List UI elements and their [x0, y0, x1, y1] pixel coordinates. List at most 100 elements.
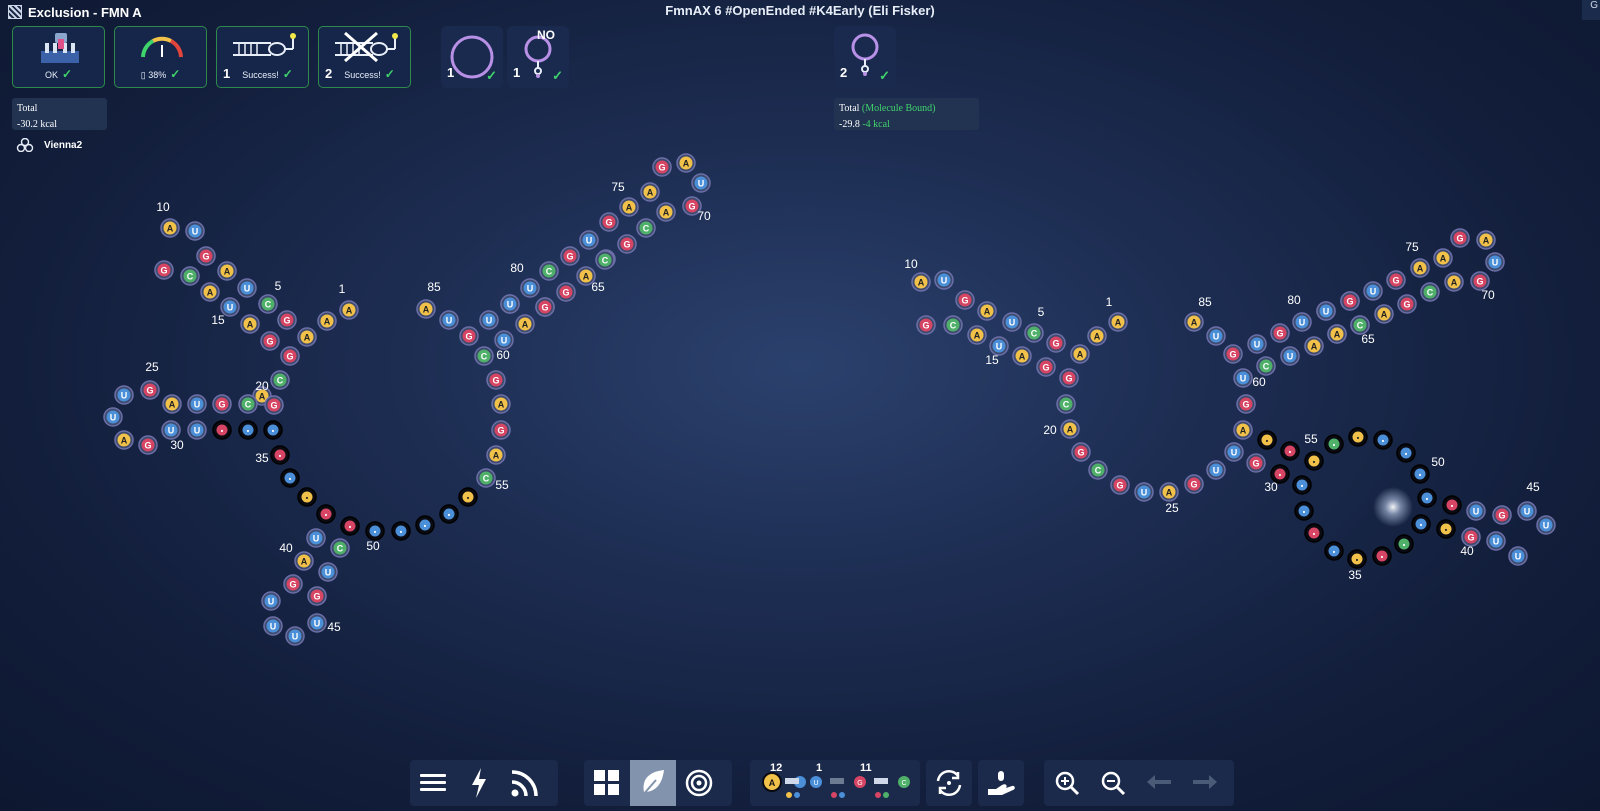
right-base[interactable]: • — [1417, 488, 1437, 508]
left-base[interactable]: A — [294, 551, 314, 571]
left-base[interactable]: • — [458, 487, 478, 507]
right-base[interactable]: A — [1012, 346, 1032, 366]
right-base[interactable]: A — [1184, 312, 1204, 332]
right-base[interactable]: • — [1436, 519, 1456, 539]
right-base[interactable]: • — [1442, 495, 1462, 515]
left-base[interactable]: U — [579, 230, 599, 250]
right-base[interactable]: G — [916, 315, 936, 335]
right-base[interactable]: • — [1257, 430, 1277, 450]
left-base[interactable]: A — [640, 182, 660, 202]
right-base[interactable]: G — [1046, 333, 1066, 353]
right-base[interactable]: • — [1394, 534, 1414, 554]
left-base[interactable]: A — [416, 299, 436, 319]
right-base[interactable]: G — [1223, 344, 1243, 364]
left-base[interactable]: U — [691, 173, 711, 193]
left-base[interactable]: • — [263, 420, 283, 440]
left-base[interactable]: G — [260, 331, 280, 351]
left-base[interactable]: U — [318, 562, 338, 582]
right-base[interactable]: G — [955, 290, 975, 310]
undo-button[interactable] — [1136, 760, 1182, 806]
left-base[interactable]: C — [180, 266, 200, 286]
right-base[interactable]: • — [1372, 546, 1392, 566]
right-base[interactable]: U — [1224, 442, 1244, 462]
left-base[interactable]: C — [270, 370, 290, 390]
right-base[interactable]: U — [1508, 546, 1528, 566]
left-base[interactable]: U — [187, 420, 207, 440]
left-base[interactable]: G — [212, 394, 232, 414]
right-base[interactable]: A — [1159, 482, 1179, 502]
right-base[interactable]: C — [1056, 394, 1076, 414]
left-base[interactable]: U — [307, 613, 327, 633]
right-base[interactable]: G — [1036, 357, 1056, 377]
right-base[interactable]: • — [1396, 443, 1416, 463]
left-base[interactable]: U — [479, 310, 499, 330]
right-base[interactable]: U — [1485, 252, 1505, 272]
left-base[interactable]: G — [617, 234, 637, 254]
right-base[interactable]: G — [1246, 453, 1266, 473]
left-base[interactable]: U — [103, 407, 123, 427]
left-base[interactable]: G — [140, 380, 160, 400]
left-base[interactable]: C — [474, 346, 494, 366]
right-base[interactable]: G — [1110, 475, 1130, 495]
right-base[interactable]: G — [1492, 505, 1512, 525]
left-base[interactable]: A — [217, 261, 237, 281]
left-base[interactable]: G — [652, 157, 672, 177]
right-base[interactable]: U — [1486, 531, 1506, 551]
right-base[interactable]: A — [1410, 258, 1430, 278]
left-base[interactable]: C — [238, 394, 258, 414]
right-base[interactable]: A — [1233, 420, 1253, 440]
left-base[interactable]: • — [391, 521, 411, 541]
right-base[interactable]: • — [1304, 523, 1324, 543]
right-base[interactable]: • — [1324, 541, 1344, 561]
right-base[interactable]: • — [1348, 427, 1368, 447]
left-base[interactable]: G — [599, 212, 619, 232]
left-base[interactable]: A — [200, 282, 220, 302]
left-base[interactable]: • — [297, 487, 317, 507]
left-base[interactable]: C — [636, 218, 656, 238]
hint-button[interactable] — [978, 760, 1024, 806]
right-base[interactable]: U — [1134, 482, 1154, 502]
menu-button[interactable] — [410, 760, 456, 806]
left-base[interactable]: G — [154, 260, 174, 280]
left-base[interactable]: A — [240, 314, 260, 334]
right-base[interactable]: C — [943, 315, 963, 335]
right-base[interactable]: A — [1444, 272, 1464, 292]
left-base[interactable]: • — [415, 515, 435, 535]
right-base[interactable]: A — [1060, 419, 1080, 439]
left-base[interactable]: G — [307, 586, 327, 606]
right-base[interactable]: A — [1476, 230, 1496, 250]
redo-button[interactable] — [1182, 760, 1228, 806]
right-base[interactable]: A — [911, 272, 931, 292]
left-base[interactable]: A — [297, 327, 317, 347]
left-base[interactable]: A — [676, 153, 696, 173]
left-base[interactable]: • — [270, 445, 290, 465]
right-base[interactable]: U — [1316, 301, 1336, 321]
right-base[interactable]: • — [1304, 451, 1324, 471]
right-base[interactable]: U — [1002, 312, 1022, 332]
left-base[interactable]: G — [277, 310, 297, 330]
right-base[interactable]: • — [1280, 441, 1300, 461]
left-base[interactable]: G — [280, 346, 300, 366]
right-base[interactable]: G — [1236, 394, 1256, 414]
left-base[interactable]: G — [491, 420, 511, 440]
right-base[interactable]: U — [1292, 312, 1312, 332]
left-base[interactable]: C — [476, 468, 496, 488]
left-base[interactable]: U — [263, 616, 283, 636]
right-base[interactable]: A — [1327, 324, 1347, 344]
left-base[interactable]: C — [595, 250, 615, 270]
right-base[interactable]: • — [1410, 464, 1430, 484]
right-base[interactable]: U — [934, 270, 954, 290]
left-base[interactable]: U — [306, 528, 326, 548]
right-base[interactable]: G — [1270, 323, 1290, 343]
left-base[interactable]: • — [316, 504, 336, 524]
left-base[interactable]: A — [656, 202, 676, 222]
left-base[interactable]: C — [258, 294, 278, 314]
rna-canvas[interactable]: AAAGCUAGUAGCAUAGGCAGCGUAGUUA GU U • • •••••CU… — [0, 0, 1600, 811]
right-base[interactable]: A — [977, 301, 997, 321]
right-base[interactable]: U — [1233, 368, 1253, 388]
left-base[interactable]: G — [196, 246, 216, 266]
left-base[interactable]: G — [138, 435, 158, 455]
right-base[interactable]: G — [1071, 442, 1091, 462]
right-base[interactable]: U — [1517, 501, 1537, 521]
zoom-out-button[interactable] — [1090, 760, 1136, 806]
